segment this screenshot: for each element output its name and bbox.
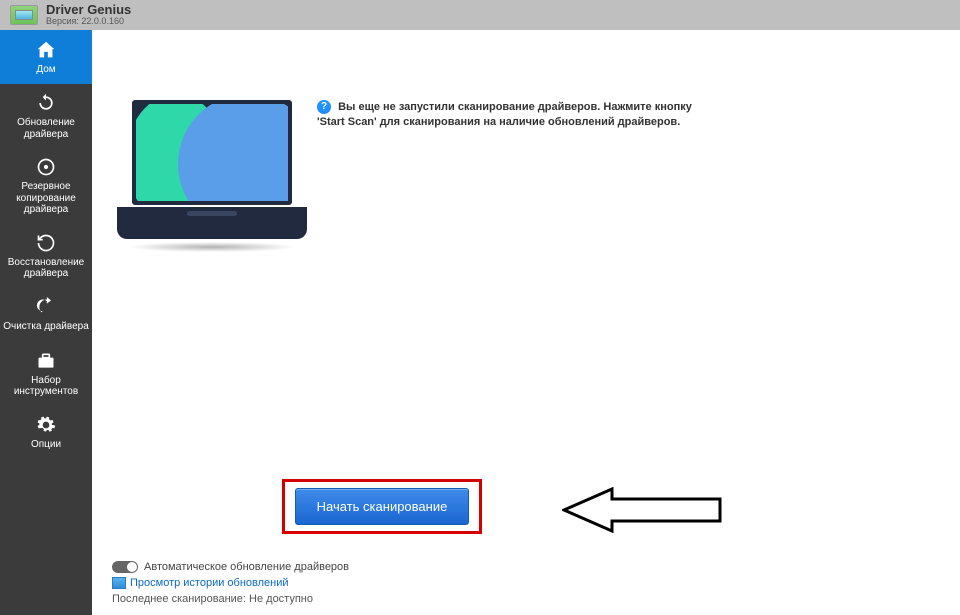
- sidebar-item-restore[interactable]: Восстановление драйвера: [0, 224, 92, 288]
- app-name: Driver Genius: [46, 3, 131, 17]
- scan-button-highlight: Начать сканирование: [282, 479, 482, 534]
- sidebar-item-label: Резервное копирование драйвера: [2, 181, 90, 216]
- sidebar-item-label: Набор инструментов: [2, 375, 90, 398]
- pointer-arrow-icon: [562, 487, 722, 533]
- sidebar-item-label: Восстановление драйвера: [2, 257, 90, 280]
- last-scan-label: Последнее сканирование:: [112, 593, 246, 605]
- bottom-controls: Автоматическое обновление драйверов Прос…: [112, 561, 349, 605]
- gear-icon: [35, 414, 57, 436]
- auto-update-toggle[interactable]: [112, 561, 138, 573]
- titlebar: Driver Genius Версия: 22.0.0.160: [0, 0, 960, 30]
- home-icon: [35, 39, 57, 61]
- history-link[interactable]: Просмотр истории обновлений: [130, 577, 289, 589]
- main-panel: ? Вы еще не запустили сканирование драйв…: [92, 30, 960, 615]
- app-logo-icon: [10, 5, 38, 25]
- info-text-line1: Вы еще не запустили сканирование драйвер…: [338, 101, 692, 113]
- sidebar-item-clean[interactable]: Очистка драйвера: [0, 288, 92, 342]
- disc-icon: [35, 156, 57, 178]
- sidebar: Дом Обновление драйвера Резервное копиро…: [0, 30, 92, 615]
- auto-update-row: Автоматическое обновление драйверов: [112, 561, 349, 573]
- sidebar-item-home[interactable]: Дом: [0, 30, 92, 84]
- start-scan-button[interactable]: Начать сканирование: [295, 488, 469, 525]
- laptop-illustration: [117, 100, 307, 250]
- last-scan-row: Последнее сканирование: Не доступно: [112, 593, 349, 605]
- toolbox-icon: [35, 350, 57, 372]
- sidebar-item-label: Дом: [36, 64, 55, 76]
- history-icon: [112, 577, 126, 589]
- info-text-line2: 'Start Scan' для сканирования на наличие…: [317, 116, 680, 128]
- app-version: Версия: 22.0.0.160: [46, 17, 131, 27]
- clean-icon: [35, 296, 57, 318]
- sidebar-item-label: Опции: [31, 439, 61, 451]
- restore-icon: [35, 232, 57, 254]
- info-message: ? Вы еще не запустили сканирование драйв…: [317, 100, 707, 131]
- auto-update-label: Автоматическое обновление драйверов: [144, 561, 349, 573]
- title-info: Driver Genius Версия: 22.0.0.160: [46, 3, 131, 27]
- sidebar-item-options[interactable]: Опции: [0, 406, 92, 460]
- sidebar-item-backup[interactable]: Резервное копирование драйвера: [0, 148, 92, 224]
- sidebar-item-label: Очистка драйвера: [3, 321, 89, 333]
- history-row: Просмотр истории обновлений: [112, 577, 349, 589]
- sidebar-item-label: Обновление драйвера: [2, 117, 90, 140]
- last-scan-value: Не доступно: [249, 593, 313, 605]
- question-icon: ?: [317, 100, 331, 114]
- refresh-icon: [35, 92, 57, 114]
- sidebar-item-toolbox[interactable]: Набор инструментов: [0, 342, 92, 406]
- sidebar-item-update[interactable]: Обновление драйвера: [0, 84, 92, 148]
